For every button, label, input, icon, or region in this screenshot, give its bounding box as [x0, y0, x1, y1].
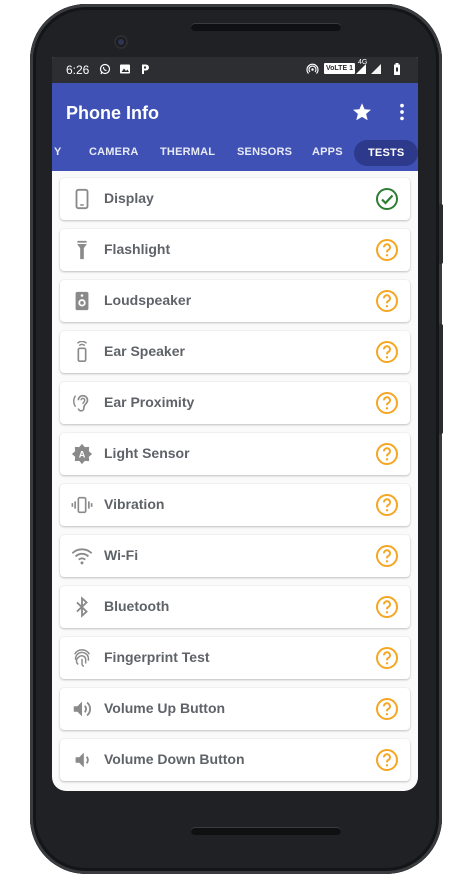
- test-label: Fingerprint Test: [104, 649, 210, 665]
- help-circle-icon: [376, 239, 398, 261]
- help-circle-icon: [376, 494, 398, 516]
- star-icon[interactable]: [351, 101, 373, 123]
- check-circle-icon: [376, 188, 398, 210]
- help-circle-icon: [376, 290, 398, 312]
- test-item-loudspeaker[interactable]: Loudspeaker: [60, 280, 410, 322]
- tab-tests[interactable]: TESTS: [354, 140, 418, 166]
- test-item-fingerprint[interactable]: Fingerprint Test: [60, 637, 410, 679]
- help-circle-icon: [376, 596, 398, 618]
- phone-icon: [75, 188, 89, 210]
- volume-down-icon: [75, 752, 89, 768]
- tab-apps[interactable]: APPS: [312, 146, 343, 158]
- tab-y[interactable]: Y: [54, 146, 62, 158]
- front-camera: [114, 35, 128, 49]
- volte-icon: VoLTE 1: [324, 63, 355, 74]
- help-circle-icon: [376, 647, 398, 669]
- power-button: [439, 204, 443, 264]
- test-label: Bluetooth: [104, 598, 170, 614]
- whatsapp-icon: [99, 63, 111, 75]
- test-item-flashlight[interactable]: Flashlight: [60, 229, 410, 271]
- wifi-icon: [71, 548, 93, 565]
- test-item-display[interactable]: Display: [60, 178, 410, 220]
- fingerprint-icon: [74, 649, 90, 667]
- hotspot-icon: [306, 63, 319, 74]
- signal-icon: [371, 64, 381, 74]
- help-circle-icon: [376, 749, 398, 771]
- flashlight-icon: [77, 240, 87, 260]
- tab-camera[interactable]: CAMERA: [89, 146, 138, 158]
- tab-bar: Y CAMERA THERMAL SENSORS APPS TESTS: [52, 138, 418, 171]
- test-item-light-sensor[interactable]: A Light Sensor: [60, 433, 410, 475]
- status-time: 6:26: [66, 63, 90, 77]
- volume-rocker: [439, 324, 443, 434]
- tab-thermal[interactable]: THERMAL: [160, 146, 215, 158]
- top-speaker-grille: [191, 23, 341, 31]
- test-item-volume-down[interactable]: Volume Down Button: [60, 739, 410, 781]
- test-label: Vibration: [104, 496, 165, 512]
- bluetooth-icon: [76, 596, 88, 618]
- test-label: Ear Proximity: [104, 394, 195, 410]
- test-label: Volume Up Button: [104, 700, 226, 716]
- test-label: Display: [104, 190, 154, 206]
- test-item-ear-proximity[interactable]: Ear Proximity: [60, 382, 410, 424]
- speaker-icon: [75, 291, 89, 311]
- app-bar: Phone Info Y CAMERA THERMAL SENSORS APPS…: [52, 83, 418, 171]
- test-label: Loudspeaker: [104, 292, 192, 308]
- help-circle-icon: [376, 341, 398, 363]
- svg-text:A: A: [79, 450, 86, 460]
- brightness-auto-icon: A: [71, 443, 93, 465]
- help-circle-icon: [376, 698, 398, 720]
- tab-sensors[interactable]: SENSORS: [237, 146, 292, 158]
- test-label: Flashlight: [104, 241, 171, 257]
- test-label: Volume Down Button: [104, 751, 245, 767]
- vibration-icon: [71, 496, 93, 514]
- app-title: Phone Info: [66, 103, 159, 123]
- more-vert-icon[interactable]: [391, 101, 413, 123]
- test-label: Wi-Fi: [104, 547, 139, 563]
- bottom-speaker-grille: [191, 827, 341, 835]
- p-icon: [142, 64, 149, 74]
- screen: 6:26 VoLTE 1 4G Phone Info Y CAMERA THER…: [52, 57, 418, 791]
- image-icon: [120, 64, 130, 74]
- signal-icon: [356, 64, 366, 74]
- test-label: Light Sensor: [104, 445, 190, 461]
- test-label: Ear Speaker: [104, 343, 185, 359]
- volume-up-icon: [73, 701, 91, 717]
- ear-icon: [73, 394, 89, 412]
- test-item-ear-speaker[interactable]: Ear Speaker: [60, 331, 410, 373]
- status-bar: 6:26 VoLTE 1 4G: [52, 57, 418, 83]
- help-circle-icon: [376, 545, 398, 567]
- help-circle-icon: [376, 392, 398, 414]
- ear-speaker-icon: [76, 341, 88, 362]
- test-item-wifi[interactable]: Wi-Fi: [60, 535, 410, 577]
- test-item-vibration[interactable]: Vibration: [60, 484, 410, 526]
- battery-icon: [394, 63, 400, 75]
- help-circle-icon: [376, 443, 398, 465]
- test-item-volume-up[interactable]: Volume Up Button: [60, 688, 410, 730]
- test-item-bluetooth[interactable]: Bluetooth: [60, 586, 410, 628]
